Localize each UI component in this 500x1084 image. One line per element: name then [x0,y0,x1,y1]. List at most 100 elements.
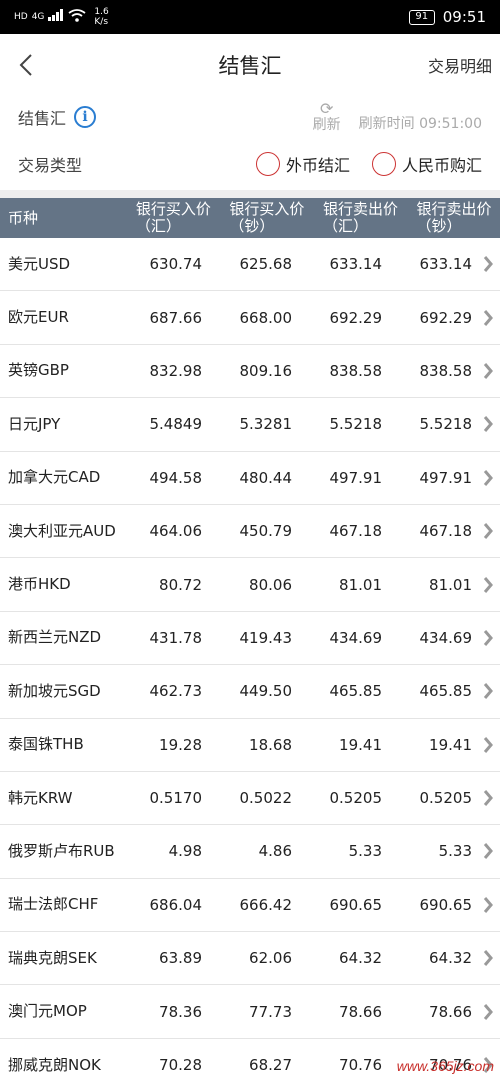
currency-cell: 英镑GBP [8,361,69,380]
table-row[interactable]: 韩元KRW 0.5170 0.5022 0.5205 0.5205 [0,772,500,826]
header-sell-transfer: 银行卖出价（汇） [322,200,398,235]
trade-type-label: 交易类型 [18,156,83,175]
transaction-details-link[interactable]: 交易明细 [428,53,492,77]
table-row[interactable]: 俄罗斯卢布RUB 4.98 4.86 5.33 5.33 [0,825,500,879]
table-row[interactable]: 新西兰元NZD 431.78 419.43 434.69 434.69 [0,612,500,666]
buy-cash-cell: 62.06 [249,949,292,968]
chevron-right-icon[interactable] [478,415,498,433]
chevron-right-icon[interactable] [478,896,498,914]
table-row[interactable]: 美元USD 630.74 625.68 633.14 633.14 [0,238,500,292]
network-speed: 1.6 K/s [94,7,108,27]
buy-transfer-cell: 70.28 [159,1056,202,1075]
currency-cell: 泰国铢THB [8,735,84,754]
chevron-right-icon[interactable] [478,469,498,487]
currency-cell: 新西兰元NZD [8,628,102,647]
currency-cell: 澳门元MOP [8,1002,87,1021]
sell-transfer-cell: 497.91 [329,468,383,487]
chevron-right-icon[interactable] [478,309,498,327]
sell-transfer-cell: 81.01 [339,575,382,594]
buy-cash-cell: 480.44 [239,468,293,487]
buy-cash-cell: 5.3281 [239,415,293,434]
chevron-right-icon[interactable] [478,789,498,807]
sell-cash-cell: 64.32 [429,949,472,968]
sell-cash-cell: 633.14 [419,255,473,274]
sell-cash-cell: 5.5218 [419,415,473,434]
chevron-right-icon[interactable] [478,629,498,647]
refresh-label: 刷新 [312,117,341,133]
chevron-right-icon[interactable] [478,1003,498,1021]
buy-cash-cell: 18.68 [249,735,292,754]
buy-cash-cell: 668.00 [239,308,293,327]
table-row[interactable]: 日元JPY 5.4849 5.3281 5.5218 5.5218 [0,398,500,452]
radio-circle[interactable] [371,152,396,176]
sell-cash-cell: 19.41 [429,735,472,754]
chevron-right-icon[interactable] [478,682,498,700]
speed-value: 1.6 [94,7,109,17]
currency-cell: 新加坡元SGD [8,681,101,700]
header-currency: 币种 [8,208,39,227]
sell-transfer-cell: 434.69 [329,628,383,647]
refresh-time: 刷新时间 09:51:00 [358,116,482,132]
table-row[interactable]: 英镑GBP 832.98 809.16 838.58 838.58 [0,345,500,399]
currency-cell: 港币HKD [8,575,71,594]
buy-transfer-cell: 832.98 [149,361,203,380]
buy-transfer-cell: 80.72 [159,575,202,594]
buy-cash-cell: 625.68 [239,255,293,274]
table-row[interactable]: 瑞典克朗SEK 63.89 62.06 64.32 64.32 [0,932,500,986]
sell-transfer-cell: 690.65 [329,895,383,914]
rate-table-body: 美元USD 630.74 625.68 633.14 633.14 欧元EUR 687.66… [0,238,500,1084]
status-bar: HD 4G 1.6 K/s 91 09:51 [0,0,500,34]
chevron-right-icon[interactable] [478,255,498,273]
table-row[interactable]: 港币HKD 80.72 80.06 81.01 81.01 [0,558,500,612]
chevron-right-icon[interactable] [478,362,498,380]
chevron-right-icon[interactable] [478,736,498,754]
sell-cash-cell: 434.69 [419,628,473,647]
header-buy-transfer: 银行买入价（汇） [135,200,211,235]
sell-transfer-cell: 19.41 [339,735,382,754]
chevron-right-icon[interactable] [478,522,498,540]
currency-cell: 日元JPY [8,414,61,433]
buy-cash-cell: 450.79 [239,522,293,541]
sell-cash-cell: 692.29 [419,308,473,327]
info-panel: 结售汇 i ⟳ 刷新 刷新时间 09:51:00 交易类型 外币结汇 人民币购汇 [0,96,500,190]
buy-cash-cell: 4.86 [258,842,292,861]
sell-transfer-cell: 465.85 [329,682,383,701]
buy-cash-cell: 666.42 [239,895,293,914]
radio-label: 外币结汇 [285,156,350,175]
chevron-right-icon[interactable] [478,949,498,967]
sell-cash-cell: 497.91 [419,468,473,487]
table-row[interactable]: 泰国铢THB 19.28 18.68 19.41 19.41 [0,719,500,772]
table-row[interactable]: 加拿大元CAD 494.58 480.44 497.91 497.91 [0,452,500,505]
buy-transfer-cell: 78.36 [159,1002,202,1021]
buy-cash-cell: 68.27 [249,1056,292,1075]
sell-transfer-cell: 467.18 [329,522,383,541]
radio-circle[interactable] [255,152,280,176]
refresh-icon: ⟳ [319,99,334,118]
watermark: www.365jz.com [396,1058,494,1074]
buy-cash-cell: 809.16 [239,361,293,380]
table-header: 币种 银行买入价（汇） 银行买入价（钞） 银行卖出价（汇） 银行卖出价（钞） [0,198,500,238]
buy-cash-cell: 449.50 [239,682,293,701]
buy-transfer-cell: 0.5170 [149,789,203,808]
buy-cash-cell: 0.5022 [239,789,293,808]
info-icon[interactable]: i [74,106,97,128]
refresh-button[interactable]: ⟳ 刷新 [312,99,341,134]
buy-cash-cell: 77.73 [249,1002,292,1021]
table-row[interactable]: 澳大利亚元AUD 464.06 450.79 467.18 467.18 [0,505,500,559]
chevron-right-icon[interactable] [478,842,498,860]
sell-transfer-cell: 0.5205 [329,789,383,808]
chevron-right-icon[interactable] [478,576,498,594]
table-row[interactable]: 瑞士法郎CHF 686.04 666.42 690.65 690.65 [0,879,500,933]
sell-cash-cell: 5.33 [438,842,472,861]
sell-cash-cell: 690.65 [419,895,473,914]
sell-cash-cell: 81.01 [429,575,472,594]
table-row[interactable]: 新加坡元SGD 462.73 449.50 465.85 465.85 [0,665,500,719]
table-row[interactable]: 欧元EUR 687.66 668.00 692.29 692.29 [0,291,500,345]
buy-transfer-cell: 462.73 [149,682,203,701]
sell-transfer-cell: 70.76 [339,1056,382,1075]
back-arrow-icon[interactable] [14,53,38,77]
radio-rmb-purchase[interactable]: 人民币购汇 [371,152,482,176]
currency-cell: 挪威克朗NOK [8,1055,101,1074]
table-row[interactable]: 澳门元MOP 78.36 77.73 78.66 78.66 [0,985,500,1039]
radio-foreign-settlement[interactable]: 外币结汇 [255,152,350,176]
